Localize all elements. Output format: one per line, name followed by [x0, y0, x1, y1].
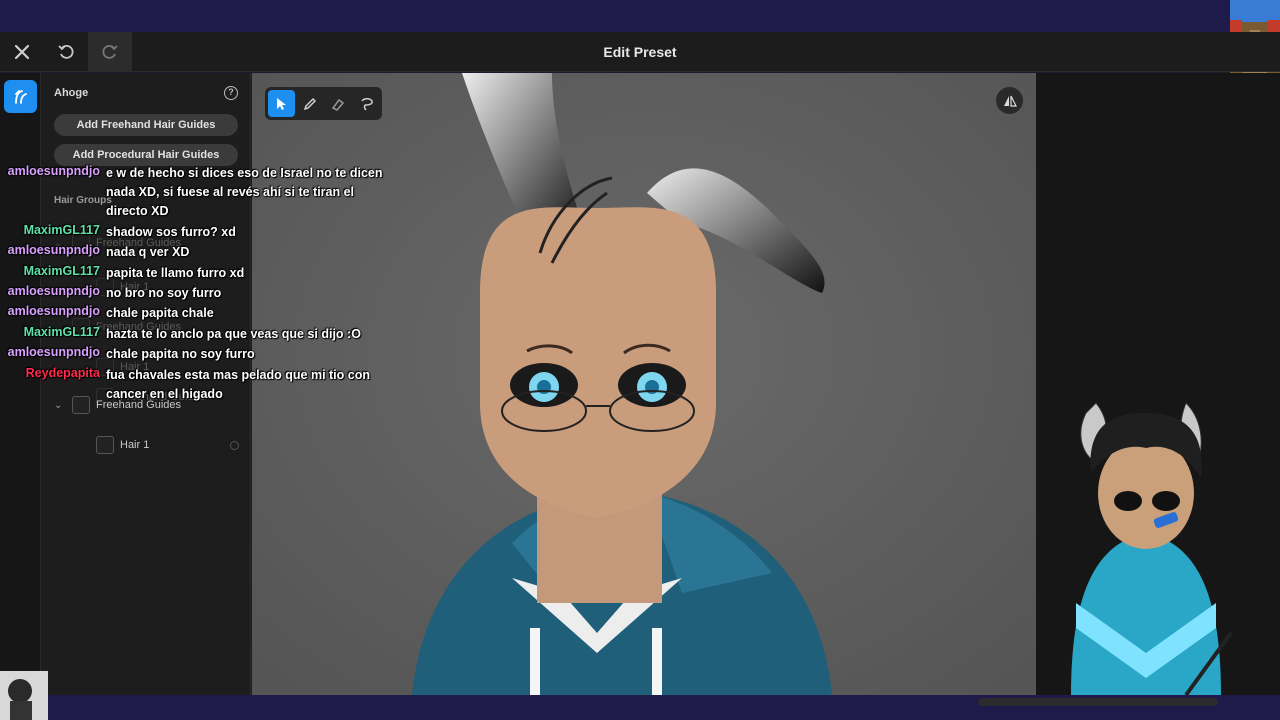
mirror-button[interactable] — [996, 87, 1023, 114]
title-bar: Edit Preset — [0, 32, 1280, 72]
tree-label: Freehand Guides — [96, 321, 181, 333]
add-procedural-hair-guides-button[interactable]: Add Procedural Hair Guides — [54, 144, 238, 166]
lasso-tool-button[interactable] — [354, 90, 381, 117]
tree-row-ghost: Hair 1 — [96, 277, 149, 297]
hair-checkbox[interactable] — [96, 436, 114, 454]
chevron-down-icon[interactable]: ⌄ — [54, 400, 64, 411]
hair-tool-icon — [14, 89, 27, 104]
tree-row-ghost: ⌄ Freehand Guides — [54, 233, 181, 253]
streamer-overlay — [1036, 73, 1280, 697]
hair-groups-label: Hair Groups — [54, 195, 112, 206]
avatar-render — [252, 73, 1036, 695]
add-freehand-hair-guides-button[interactable]: Add Freehand Hair Guides — [54, 114, 238, 136]
tree-row-hair-1[interactable]: Hair 1 — [96, 435, 149, 455]
tree-label: Hair 1 — [120, 281, 150, 293]
tree-label: Freehand Guides — [96, 237, 181, 249]
redo-button[interactable] — [88, 32, 132, 72]
tree-row-ghost: ⌄ Freehand Guides — [54, 317, 181, 337]
tree-row-ghost: Hair 1 — [96, 357, 149, 377]
hair-panel: Ahoge ? Add Freehand Hair Guides Add Pro… — [41, 73, 251, 695]
panel-title: Ahoge — [54, 87, 89, 99]
group-checkbox[interactable] — [72, 396, 90, 414]
tool-sidebar — [0, 73, 41, 695]
close-icon — [14, 44, 30, 60]
horizontal-scrollbar[interactable] — [978, 698, 1218, 706]
3d-viewport[interactable] — [252, 73, 1036, 695]
window-title: Edit Preset — [603, 44, 677, 60]
visibility-toggle[interactable] — [230, 441, 239, 450]
redo-icon — [102, 44, 118, 59]
mirror-icon — [1003, 95, 1017, 107]
pen-tool-button[interactable] — [297, 90, 324, 117]
tree-label: Freehand Guides — [96, 399, 181, 411]
tree-label: Hair 1 — [120, 361, 150, 373]
eraser-tool-button[interactable] — [325, 90, 352, 117]
undo-icon — [58, 44, 74, 59]
tool-palette — [265, 87, 382, 120]
cursor-icon — [277, 97, 287, 110]
webcam-thumbnail — [0, 671, 48, 720]
stream-top-strip — [0, 0, 1280, 32]
tree-label: Hair 1 — [120, 439, 150, 451]
lasso-icon — [361, 97, 373, 111]
undo-button[interactable] — [44, 32, 88, 72]
pen-icon — [303, 97, 316, 110]
hair-tool-button[interactable] — [4, 80, 37, 113]
tree-row-freehand-guides[interactable]: ⌄ Freehand Guides — [54, 395, 181, 415]
vtuber-avatar — [1036, 73, 1280, 697]
select-tool-button[interactable] — [268, 90, 295, 117]
help-icon[interactable]: ? — [224, 86, 238, 100]
close-button[interactable] — [0, 32, 44, 72]
eraser-icon — [332, 98, 345, 111]
